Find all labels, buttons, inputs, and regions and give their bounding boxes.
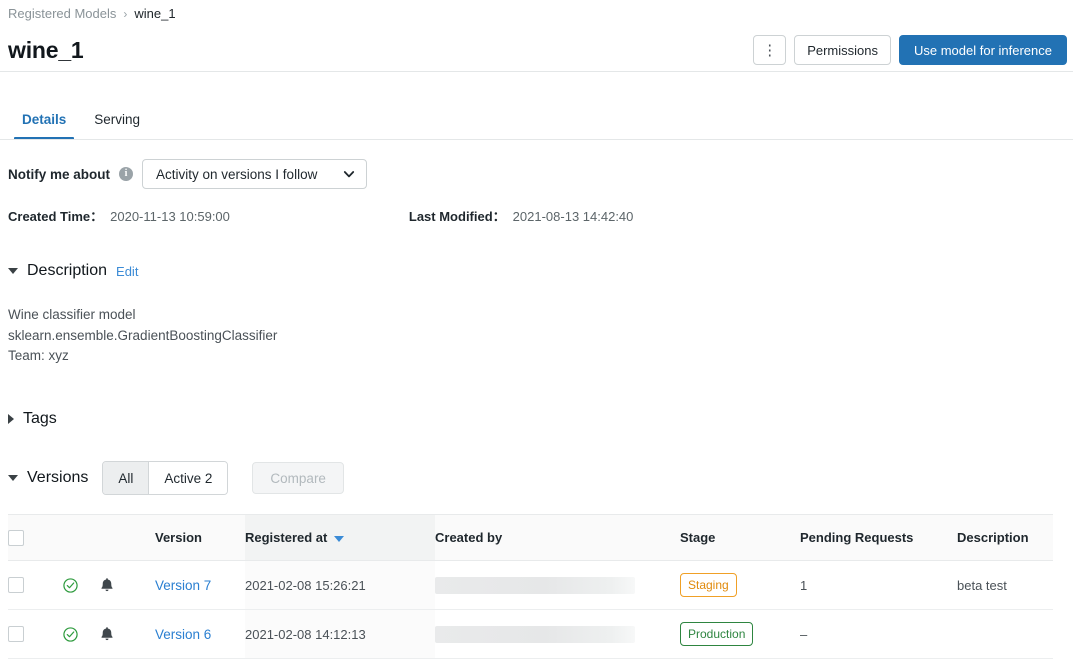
caret-right-icon[interactable] — [8, 414, 14, 424]
row-description-cell: beta test — [957, 561, 1053, 610]
description-line-1: Wine classifier model — [8, 305, 277, 326]
row-stage-cell: Staging — [680, 561, 800, 610]
notify-label: Notify me about — [8, 167, 110, 182]
more-options-button[interactable]: ⋮ — [753, 35, 786, 65]
select-all-checkbox[interactable] — [8, 530, 24, 546]
version-header[interactable]: Version — [155, 515, 245, 561]
follow-header — [100, 515, 155, 561]
row-version-cell: Version 7 — [155, 561, 245, 610]
row-select-cell — [8, 561, 63, 610]
row-description-cell — [957, 610, 1053, 659]
versions-table-header: Version Registered at Created by Stage P… — [8, 515, 1053, 561]
created-time-label: Created Time： — [8, 208, 103, 226]
notify-row: Notify me about i Activity on versions I… — [8, 160, 367, 188]
pending-requests-header[interactable]: Pending Requests — [800, 515, 957, 561]
row-pending-requests-cell: – — [800, 610, 957, 659]
table-header-row: Version Registered at Created by Stage P… — [8, 515, 1053, 561]
permissions-button[interactable]: Permissions — [794, 35, 891, 65]
row-follow-cell — [100, 561, 155, 610]
table-row[interactable]: Version 7 2021-02-08 15:26:21 Staging 1 … — [8, 561, 1053, 610]
notify-select-value: Activity on versions I follow — [156, 167, 317, 182]
row-stage-cell: Production — [680, 610, 800, 659]
bell-icon[interactable] — [100, 626, 114, 642]
row-checkbox[interactable] — [8, 577, 24, 593]
table-row[interactable]: Version 6 2021-02-08 14:12:13 Production… — [8, 610, 1053, 659]
row-checkbox[interactable] — [8, 626, 24, 642]
tags-title: Tags — [23, 409, 57, 429]
row-status-cell — [63, 561, 100, 610]
edit-description-link[interactable]: Edit — [116, 264, 138, 279]
versions-section-header: Versions All Active 2 Compare — [8, 461, 344, 495]
description-section-header: Description Edit — [8, 261, 138, 281]
created-by-header[interactable]: Created by — [435, 515, 680, 561]
sort-descending-icon[interactable] — [334, 536, 344, 542]
tags-section-header: Tags — [8, 409, 57, 429]
caret-down-icon[interactable] — [8, 268, 18, 274]
row-status-cell — [63, 610, 100, 659]
notify-select[interactable]: Activity on versions I follow — [142, 159, 367, 189]
registered-at-header[interactable]: Registered at — [245, 515, 435, 561]
registered-at-header-label: Registered at — [245, 530, 327, 545]
model-meta: Created Time： 2020-11-13 10:59:00 Last M… — [8, 208, 633, 226]
description-header[interactable]: Description — [957, 515, 1053, 561]
row-created-by-cell — [435, 561, 680, 610]
breadcrumb: Registered Models › wine_1 — [8, 6, 176, 22]
ready-check-circle-icon — [63, 578, 78, 593]
bell-icon[interactable] — [100, 577, 114, 593]
versions-title: Versions — [27, 468, 88, 488]
breadcrumb-registered-models[interactable]: Registered Models — [8, 6, 116, 22]
description-line-3: Team: xyz — [8, 346, 277, 367]
title-bar: wine_1 ⋮ Permissions Use model for infer… — [8, 30, 1067, 70]
page-title: wine_1 — [8, 35, 84, 65]
row-follow-cell — [100, 610, 155, 659]
breadcrumb-current: wine_1 — [134, 6, 175, 22]
row-select-cell — [8, 610, 63, 659]
tabs-divider — [0, 139, 1073, 140]
info-icon[interactable]: i — [119, 167, 133, 181]
last-modified-value: 2021-08-13 14:42:40 — [513, 208, 634, 226]
header-divider — [0, 71, 1073, 72]
redacted-user-block — [435, 577, 635, 594]
status-badge: Production — [680, 622, 753, 646]
filter-active-button[interactable]: Active 2 — [148, 462, 227, 494]
versions-filter-group: All Active 2 — [102, 461, 228, 495]
row-version-cell: Version 6 — [155, 610, 245, 659]
caret-down-icon[interactable] — [8, 475, 18, 481]
tab-serving[interactable]: Serving — [80, 111, 154, 140]
description-title: Description — [27, 261, 107, 281]
version-link[interactable]: Version 6 — [155, 627, 211, 642]
status-header — [63, 515, 100, 561]
chevron-right-icon: › — [123, 6, 127, 22]
chevron-down-icon — [343, 168, 355, 180]
versions-table: Version Registered at Created by Stage P… — [8, 514, 1053, 659]
model-details-page: Registered Models › wine_1 wine_1 ⋮ Perm… — [0, 0, 1073, 650]
row-created-by-cell — [435, 610, 680, 659]
created-time-value: 2020-11-13 10:59:00 — [110, 208, 230, 226]
compare-button[interactable]: Compare — [252, 462, 344, 494]
description-line-2: sklearn.ensemble.GradientBoostingClassif… — [8, 326, 277, 347]
redacted-user-block — [435, 626, 635, 643]
row-pending-requests-cell: 1 — [800, 561, 957, 610]
select-all-header — [8, 515, 63, 561]
use-model-for-inference-button[interactable]: Use model for inference — [899, 35, 1067, 65]
versions-table-body: Version 7 2021-02-08 15:26:21 Staging 1 … — [8, 561, 1053, 659]
ready-check-circle-icon — [63, 627, 78, 642]
tab-details[interactable]: Details — [8, 111, 80, 140]
tab-bar: Details Serving — [8, 100, 154, 140]
last-modified-label: Last Modified： — [409, 208, 506, 226]
version-link[interactable]: Version 7 — [155, 578, 211, 593]
stage-header[interactable]: Stage — [680, 515, 800, 561]
status-badge: Staging — [680, 573, 737, 597]
row-registered-at-cell: 2021-02-08 15:26:21 — [245, 561, 435, 610]
header-actions: ⋮ Permissions Use model for inference — [753, 35, 1067, 65]
filter-all-button[interactable]: All — [103, 462, 148, 494]
row-registered-at-cell: 2021-02-08 14:12:13 — [245, 610, 435, 659]
description-body: Wine classifier model sklearn.ensemble.G… — [8, 305, 277, 367]
